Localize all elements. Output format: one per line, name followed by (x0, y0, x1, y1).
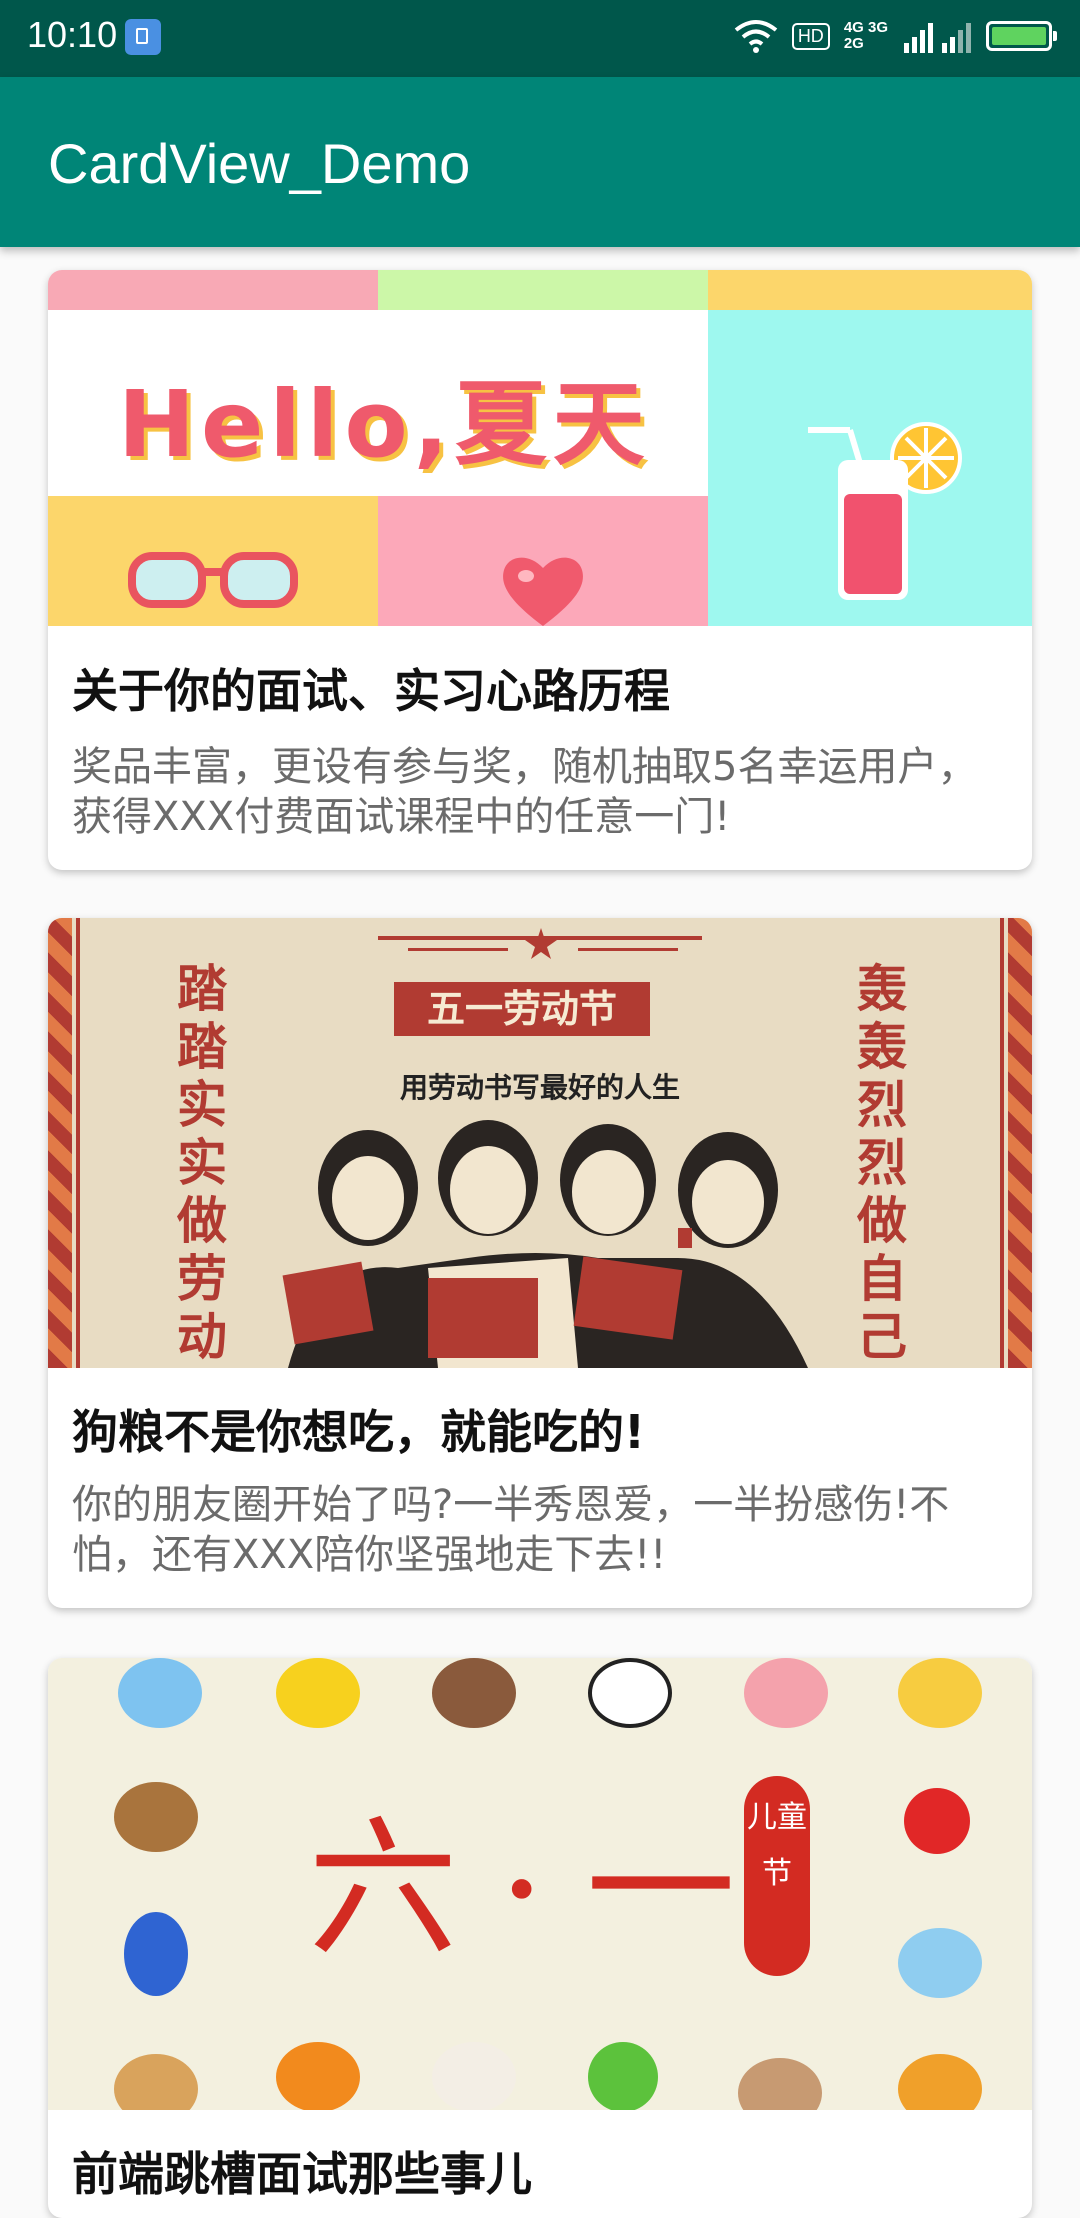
workers-illustration (282, 1120, 808, 1368)
network-label: 4G 3G 2G (843, 19, 888, 52)
giraffe-icon (898, 1658, 982, 1728)
tiger-icon (898, 2054, 982, 2110)
app-title: CardView_Demo (48, 132, 471, 195)
left-vertical-slogan: 踏踏实实做劳动 (177, 960, 227, 1366)
dog-icon (114, 2054, 198, 2110)
chick-icon (276, 1658, 360, 1728)
mayday-banner-subtitle: 用劳动书写最好的人生 (399, 1071, 680, 1104)
status-bar: 10:10 HD 4G 3G 2G (0, 0, 1080, 77)
elephant-icon (118, 1658, 202, 1728)
heart-icon (503, 557, 583, 626)
card-description: 奖品丰富，更设有参与奖，随机抽取5名幸运用户，获得XXX付费面试课程中的任意一门… (72, 744, 978, 840)
card-childrens-day[interactable]: 六·一 儿童节 前端跳槽面试那些事儿 (48, 1658, 1032, 2218)
card-image-summer: Hello,夏天 (48, 270, 1032, 626)
notification-icon (125, 19, 161, 55)
app-bar: CardView_Demo (0, 77, 1080, 247)
status-time: 10:10 (27, 14, 118, 55)
wifi-icon (734, 20, 778, 53)
monkey-icon (114, 1782, 198, 1852)
mayday-banner-title: 五一劳动节 (394, 982, 650, 1036)
card-description: 你的朋友圈开始了吗?一半秀恩爱，一半扮感伤!不怕，还有XXX陪你坚强地走下去!! (72, 1482, 950, 1578)
sheep-icon (432, 2042, 516, 2110)
frog-icon (588, 2042, 658, 2110)
card-title: 关于你的面试、实习心路历程 (72, 664, 670, 718)
card-summer[interactable]: Hello,夏天 关于你的面试、实习心路历程 奖品丰富，更设有参与奖，随机抽取5… (48, 270, 1032, 870)
card-image-mayday: 踏踏实实做劳动 轰轰烈烈做自己 五一劳动节 用劳动书写最好的人生 (48, 918, 1032, 1368)
card-title: 前端跳槽面试那些事儿 (72, 2147, 532, 2201)
card-title: 狗粮不是你想吃，就能吃的! (72, 1405, 645, 1459)
sunglasses-icon (128, 552, 298, 608)
childrens-day-tag: 儿童节 (744, 1776, 810, 1976)
penguin-icon (124, 1912, 188, 1996)
star-icon (525, 928, 557, 959)
card-image-childrens-day: 六·一 儿童节 (48, 1658, 1032, 2110)
lion-icon (276, 2042, 360, 2110)
childrens-day-text: 六·一 (308, 1803, 776, 1977)
hippo-icon (898, 1928, 982, 1998)
hd-icon: HD (791, 22, 830, 50)
panda-icon (588, 1658, 672, 1728)
status-icons: HD 4G 3G 2G (734, 18, 1057, 54)
signal-icon (904, 23, 971, 53)
flower-icon (904, 1788, 970, 1854)
bear-icon (432, 1658, 516, 1728)
deer-icon (738, 2058, 822, 2110)
right-vertical-slogan: 轰轰烈烈做自己 (857, 960, 907, 1366)
juice-icon (808, 422, 962, 600)
pig-icon (744, 1658, 828, 1728)
card-mayday[interactable]: 踏踏实实做劳动 轰轰烈烈做自己 五一劳动节 用劳动书写最好的人生 狗粮不是你想吃… (48, 918, 1032, 1608)
battery-icon (986, 21, 1057, 51)
summer-banner-text: Hello,夏天 (118, 371, 651, 478)
